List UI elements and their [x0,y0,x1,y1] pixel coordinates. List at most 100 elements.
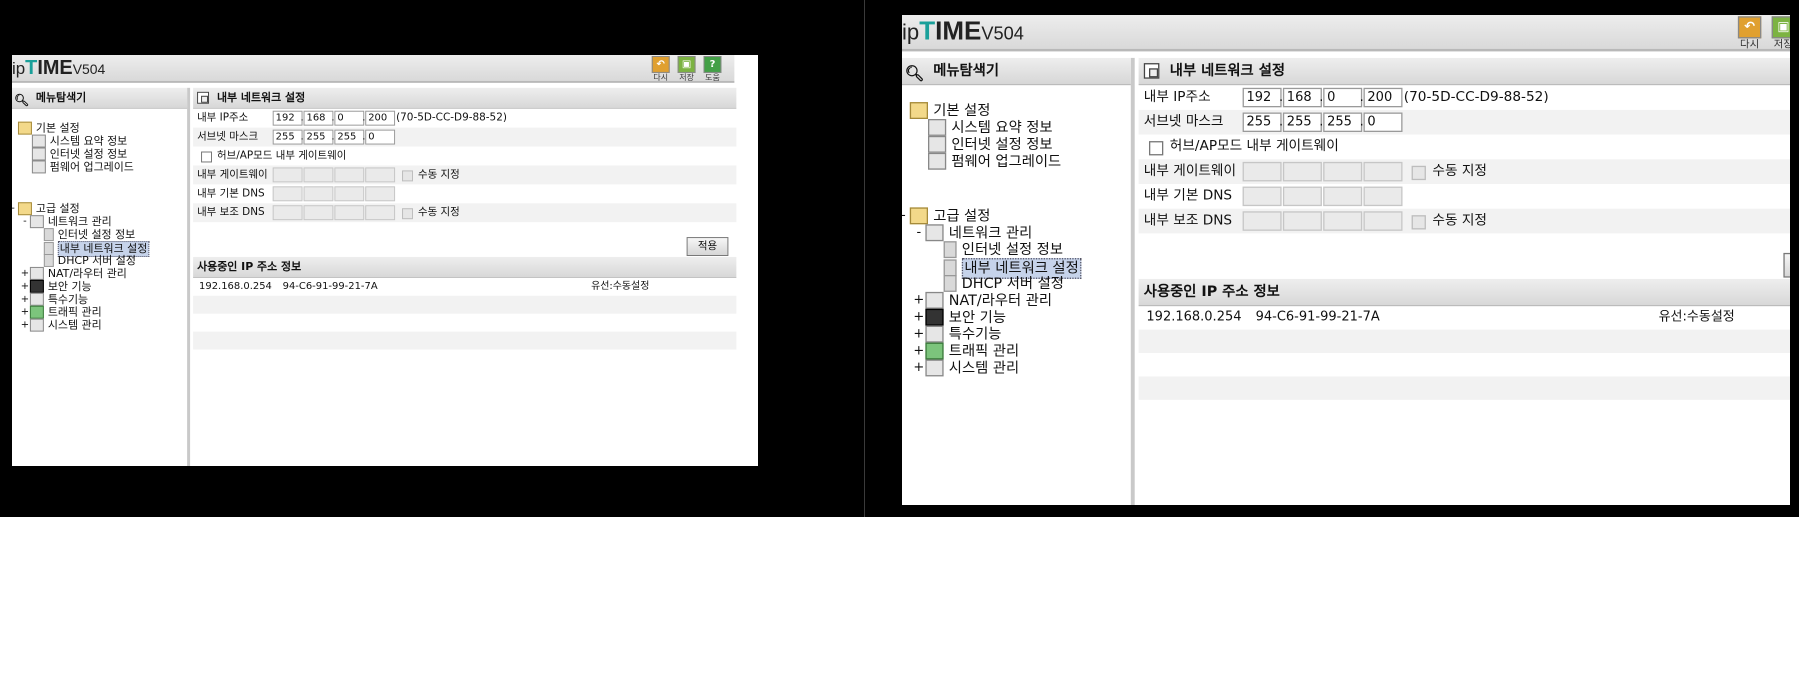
tree-traffic[interactable]: + 트래픽 관리 [912,343,1019,361]
settings-folder-icon [909,102,928,120]
save-button[interactable]: ▣ 저장 [1770,16,1790,50]
mac-address: (70-5D-CC-D9-88-52) [396,111,507,124]
tools-icon [29,293,44,306]
dns2-octet-4[interactable] [1363,211,1403,231]
ip-octet-2[interactable]: 168 [1282,87,1322,108]
tree-dhcp-setting[interactable]: DHCP 서버 설정 [43,254,136,268]
tree-security[interactable]: + 보안 기능 [20,280,92,294]
dns2-octet-3[interactable] [1323,211,1363,231]
tree-system[interactable]: + 시스템 관리 [912,360,1019,378]
tree-system-summary[interactable]: 시스템 요약 정보 [31,135,127,148]
tree-network-management[interactable]: - 네트워크 관리 [912,224,1032,242]
tree-security[interactable]: + 보안 기능 [912,309,1006,327]
tree-advanced-settings[interactable]: -고급 설정 [12,202,80,216]
ip-octet-1[interactable]: 192 [1242,87,1282,108]
apply-button[interactable]: 적용 [686,237,729,256]
tree-firmware-upgrade[interactable]: 펌웨어 업그레이드 [928,153,1061,171]
tree-special[interactable]: + 특수기능 [912,326,1001,344]
tree-internet-setting[interactable]: 인터넷 설정 정보 [943,241,1063,259]
settings-folder-icon [17,202,32,216]
gateway-octet-2[interactable] [1282,161,1322,182]
dns1-octet-3[interactable] [334,186,365,202]
ip-octet-4[interactable]: 200 [365,110,396,126]
subnet-octet-2[interactable]: 255 [303,129,334,145]
gateway-octet-1[interactable] [272,167,303,183]
gateway-octet-4[interactable] [365,167,396,183]
help-button[interactable]: ? 도움 [703,55,723,82]
undo-button[interactable]: ↶ 다시 [1737,16,1763,50]
undo-button[interactable]: ↶ 다시 [651,55,671,82]
dns-manual-checkbox[interactable] [1411,215,1426,230]
apply-button[interactable]: 적용 [1783,252,1790,278]
dns2-octet-1[interactable] [272,205,303,221]
subnet-octet-3[interactable]: 255 [334,129,365,145]
save-button[interactable]: ▣ 저장 [677,55,697,82]
undo-icon: ↶ [1737,16,1762,39]
ip-row: 내부 IP주소 192. 168. 0. 200 (70-5D-CC-D9-88… [1139,85,1790,110]
left-screenshot-pane: ipTIMEV504 ↶ 다시 ▣ 저장 ? 도움 🔍︎ 메뉴탐색기 기본 설정 [12,55,758,466]
tree-basic-settings[interactable]: 기본 설정 [17,122,80,135]
dns2-row: 내부 보조 DNS 수동 지정 [1138,208,1790,234]
hub-ap-checkbox[interactable] [201,151,212,163]
section-header: 내부 네트워크 설정 [193,87,737,109]
tree-traffic[interactable]: + 트래픽 관리 [20,306,102,319]
router-icon [925,292,944,310]
ip-octet-4[interactable]: 200 [1363,87,1403,108]
menu-explorer-header: 🔍︎ 메뉴탐색기 [12,87,188,109]
dns1-octet-1[interactable] [1242,186,1282,207]
gateway-octet-3[interactable] [334,167,365,183]
tree-network-management[interactable]: - 네트워크 관리 [20,215,112,229]
ip-octet-2[interactable]: 168 [303,110,334,126]
hub-ap-row: 허브/AP모드 내부 게이트웨이 [1139,135,1790,160]
dns-manual-checkbox[interactable] [402,208,413,220]
subnet-octet-1[interactable]: 255 [1242,112,1282,132]
brand-bar: ipTIMEV504 ↶ 다시 ▣ 저장 ? 도움 [902,15,1790,52]
dns1-octet-4[interactable] [1363,186,1403,207]
section-header: 내부 네트워크 설정 [1138,57,1790,86]
tree-advanced-settings[interactable]: -고급 설정 [902,207,990,225]
tree-system[interactable]: + 시스템 관리 [20,319,102,332]
hub-ap-row: 허브/AP모드 내부 게이트웨이 [193,147,736,166]
gateway-octet-3[interactable] [1323,161,1363,182]
tree-internet-info[interactable]: 인터넷 설정 정보 [928,136,1053,154]
ip-octet-3[interactable]: 0 [1323,87,1363,108]
tree-basic-settings[interactable]: 기본 설정 [909,102,990,120]
subnet-octet-4[interactable]: 0 [1363,112,1403,132]
ip-octet-3[interactable]: 0 [334,110,365,126]
dns1-octet-4[interactable] [365,186,396,202]
gateway-row: 내부 게이트웨이 수동 지정 [1138,159,1790,184]
tree-nat-router[interactable]: + NAT/라우터 관리 [20,267,127,281]
tree-internet-setting[interactable]: 인터넷 설정 정보 [43,228,135,242]
dns2-octet-4[interactable] [365,205,396,221]
subnet-octet-3[interactable]: 255 [1323,112,1363,132]
gateway-octet-2[interactable] [303,167,334,183]
dns2-octet-1[interactable] [1242,211,1282,231]
gateway-manual-checkbox[interactable] [1411,165,1426,181]
tree-firmware-upgrade[interactable]: 펌웨어 업그레이드 [31,160,134,174]
gateway-octet-1[interactable] [1242,161,1282,182]
dns1-octet-2[interactable] [303,186,334,202]
lan-settings-panel: 내부 네트워크 설정 내부 IP주소 192. 168. 0. 200 (70-… [1138,57,1790,505]
tree-nat-router[interactable]: + NAT/라우터 관리 [912,292,1052,310]
dns2-octet-3[interactable] [334,205,365,221]
subnet-octet-2[interactable]: 255 [1282,112,1322,132]
router-icon [29,267,44,281]
gateway-manual-checkbox[interactable] [402,170,413,182]
gateway-octet-4[interactable] [1363,161,1403,182]
dns1-octet-1[interactable] [272,186,303,202]
dns1-octet-2[interactable] [1282,186,1322,207]
subnet-octet-1[interactable]: 255 [272,129,303,145]
dns2-octet-2[interactable] [1282,211,1322,231]
subnet-octet-4[interactable]: 0 [365,129,396,145]
tree-special[interactable]: + 특수기능 [20,293,88,306]
dns1-octet-3[interactable] [1323,186,1363,207]
tree-internet-info[interactable]: 인터넷 설정 정보 [31,148,127,161]
tree-system-summary[interactable]: 시스템 요약 정보 [928,119,1053,137]
dns2-octet-2[interactable] [303,205,334,221]
undo-icon: ↶ [651,55,670,73]
hub-ap-checkbox[interactable] [1149,141,1164,156]
ip-octet-1[interactable]: 192 [272,110,303,126]
window-icon [197,91,210,104]
subnet-row: 서브넷 마스크 255. 255. 255. 0 [193,127,737,147]
tree-dhcp-setting[interactable]: DHCP 서버 설정 [943,275,1064,293]
